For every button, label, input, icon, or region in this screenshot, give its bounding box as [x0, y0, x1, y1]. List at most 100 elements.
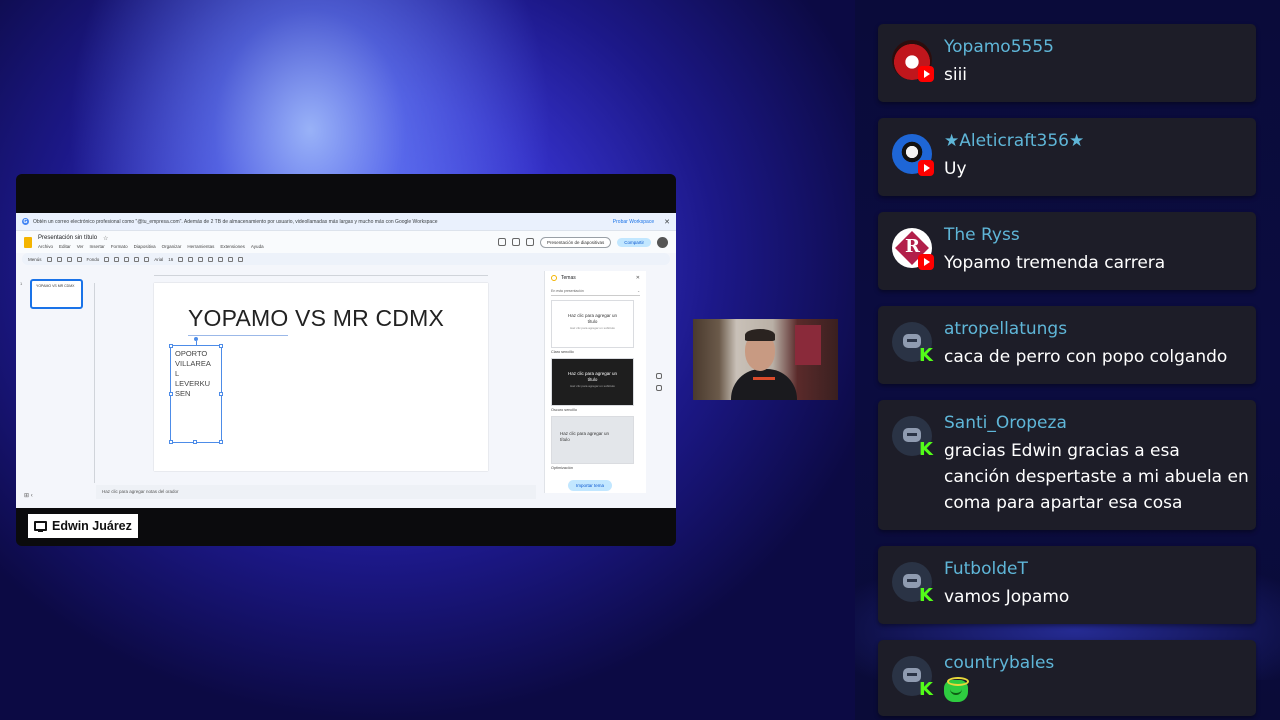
resize-handle[interactable]: [219, 440, 223, 444]
textbox-icon[interactable]: [114, 256, 120, 262]
line-icon[interactable]: [144, 256, 150, 262]
search-menus-input[interactable]: Menús: [28, 257, 42, 262]
chat-text: vamos Jopamo: [944, 587, 1070, 607]
history-icon[interactable]: [497, 238, 506, 246]
chat-username: Yopamo5555: [944, 37, 1054, 57]
chat-text: Yopamo tremenda carrera: [944, 253, 1166, 273]
themes-source-label: En esta presentación: [551, 289, 584, 293]
menu-item[interactable]: Archivo: [38, 244, 53, 249]
slides-toolbar: Menús Fondo Arial 16: [22, 253, 670, 265]
font-size-field[interactable]: 16: [168, 257, 173, 262]
textbox-line: L: [175, 369, 180, 378]
themes-source-select[interactable]: En esta presentación ⌄: [551, 289, 640, 296]
youtube-icon: [918, 160, 934, 176]
menu-item[interactable]: Extensiones: [220, 244, 245, 249]
align-icon[interactable]: [228, 256, 234, 262]
resize-handle[interactable]: [169, 440, 173, 444]
google-logo-icon: G: [22, 218, 29, 225]
theme-card-light[interactable]: Haz clic para agregar un título Haz clic…: [551, 300, 634, 348]
theme-card-dark[interactable]: Haz clic para agregar un título Haz clic…: [551, 358, 634, 406]
themes-close-icon[interactable]: ✕: [636, 275, 640, 281]
menu-item[interactable]: Herramientas: [187, 244, 214, 249]
textbox-line: SEN: [175, 389, 191, 398]
chat-username: FutboldeT: [944, 559, 1028, 579]
speaker-notes[interactable]: Haz clic para agregar notas del orador: [96, 485, 536, 499]
theme-card-subtext: Haz clic para agregar un subtítulo: [570, 326, 615, 330]
editor-workarea: 1 YOPAMO VS MR CDMX YOPAMO VS MR CDMX OP…: [16, 271, 676, 508]
menu-item[interactable]: Formato: [111, 244, 128, 249]
import-theme-button[interactable]: Importar tema: [568, 480, 613, 491]
star-icon[interactable]: ☆: [103, 235, 108, 242]
menu-item[interactable]: Diapositiva: [134, 244, 156, 249]
menu-bar: Archivo Editar Ver Insertar Formato Diap…: [38, 244, 498, 249]
keep-icon[interactable]: [656, 373, 662, 379]
image-icon[interactable]: [124, 256, 130, 262]
try-workspace-link[interactable]: Probar Workspace: [613, 219, 654, 225]
tasks-icon[interactable]: [656, 385, 662, 391]
select-icon[interactable]: [104, 256, 110, 262]
chat-message: Yopamo5555 siii: [878, 24, 1256, 102]
theme-label: Claro sencillo: [551, 350, 574, 354]
slide-canvas[interactable]: YOPAMO VS MR CDMX OPORTO VILLAREA L LEVE…: [154, 283, 488, 471]
link-icon[interactable]: [218, 256, 224, 262]
slideshow-button[interactable]: Presentación de diapositivas: [539, 236, 612, 248]
slide-title[interactable]: YOPAMO VS MR CDMX: [188, 305, 444, 332]
workspace-banner: G Obtén un correo electrónico profesiona…: [16, 213, 676, 231]
textbox-line: VILLAREA: [175, 359, 211, 368]
share-button[interactable]: Compartir: [617, 237, 651, 247]
selected-textbox[interactable]: OPORTO VILLAREA L LEVERKU SEN: [169, 337, 223, 444]
chat-username: atropellatungs: [944, 319, 1068, 339]
webcam-feed: [693, 319, 838, 400]
zoom-icon[interactable]: [76, 256, 82, 262]
themes-panel: Temas ✕ En esta presentación ⌄ Haz clic …: [544, 271, 646, 493]
undo-icon[interactable]: [46, 256, 52, 262]
thumbnail-text: YOPAMO VS MR CDMX: [36, 284, 75, 288]
chat-username: ★Aleticraft356★: [944, 131, 1085, 151]
theme-card-subtext: Haz clic para agregar un subtítulo: [570, 384, 615, 388]
theme-card-gray[interactable]: Haz clic para agregar un título: [551, 416, 634, 464]
resize-handle[interactable]: [193, 440, 197, 444]
font-select[interactable]: Arial: [154, 257, 163, 262]
menu-item[interactable]: Insertar: [90, 244, 105, 249]
webcam-person-body: [731, 369, 797, 400]
slides-titlebar: Presentación sin título ☆ Archivo Editar…: [16, 231, 676, 253]
menu-item[interactable]: Ayuda: [251, 244, 264, 249]
themes-title: Temas: [561, 275, 576, 281]
menu-item[interactable]: Organizar: [162, 244, 182, 249]
chat-text: gracias Edwin gracias a esa canción desp…: [944, 441, 1249, 513]
menu-item[interactable]: Ver: [77, 244, 84, 249]
rotate-handle[interactable]: [194, 337, 198, 341]
resize-handle[interactable]: [169, 344, 173, 348]
filmstrip: 1 YOPAMO VS MR CDMX: [16, 277, 91, 487]
text-color-icon[interactable]: [208, 256, 214, 262]
presenter-name-tag: Edwin Juárez: [28, 514, 138, 538]
meet-icon[interactable]: [525, 238, 534, 246]
youtube-icon: [918, 254, 934, 270]
webcam-shirt-stripe: [753, 377, 775, 380]
chevron-down-icon: ⌄: [637, 289, 640, 293]
chat-username: The Ryss: [944, 225, 1020, 245]
list-icon[interactable]: [238, 256, 244, 262]
slide-number: 1: [20, 281, 23, 286]
user-avatar[interactable]: [657, 236, 668, 248]
shape-icon[interactable]: [134, 256, 140, 262]
doc-title[interactable]: Presentación sin título: [38, 235, 97, 242]
print-icon[interactable]: [66, 256, 72, 262]
redo-icon[interactable]: [56, 256, 62, 262]
grid-view-icon[interactable]: ⊞ ‹: [24, 492, 33, 499]
resize-handle[interactable]: [169, 392, 173, 396]
resize-handle[interactable]: [219, 344, 223, 348]
underline-icon[interactable]: [198, 256, 204, 262]
chat-username: Santi_Oropeza: [944, 413, 1067, 433]
comments-icon[interactable]: [511, 238, 520, 246]
background-button[interactable]: Fondo: [87, 257, 100, 262]
slide-thumbnail[interactable]: YOPAMO VS MR CDMX: [30, 279, 83, 309]
horizontal-ruler: [154, 275, 488, 278]
banner-close-icon[interactable]: ✕: [664, 218, 670, 226]
resize-handle[interactable]: [219, 392, 223, 396]
youtube-icon: [918, 66, 934, 82]
menu-item[interactable]: Editar: [59, 244, 71, 249]
italic-icon[interactable]: [188, 256, 194, 262]
side-panel-icons: [656, 373, 664, 397]
bold-icon[interactable]: [178, 256, 184, 262]
